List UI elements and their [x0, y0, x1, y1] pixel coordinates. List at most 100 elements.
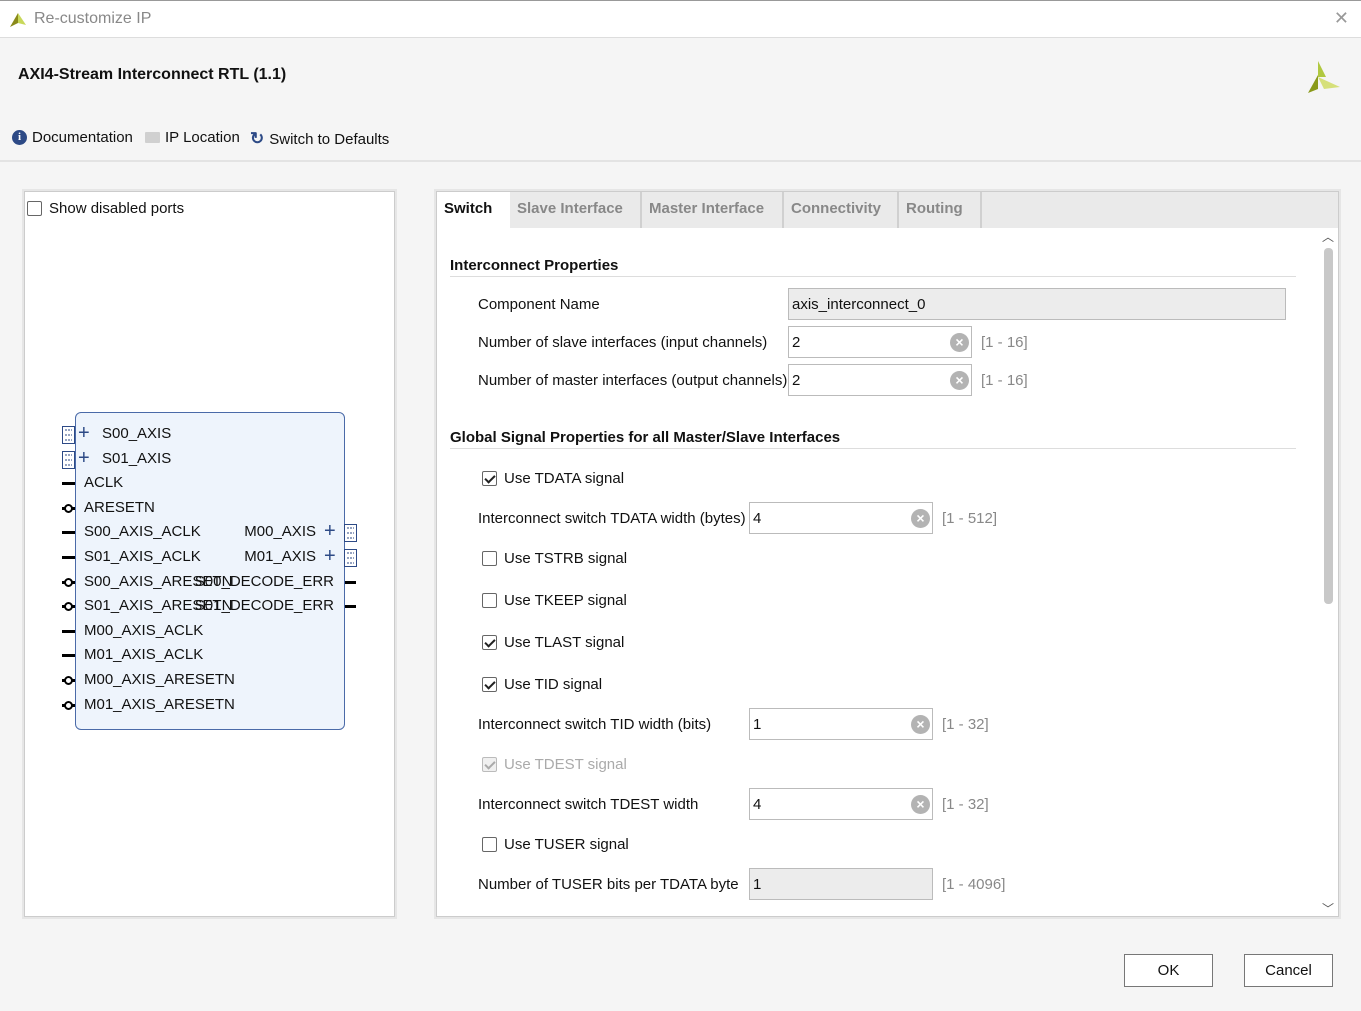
- bus-interface-icon: [344, 549, 357, 567]
- section-global-signal-properties: Global Signal Properties for all Master/…: [450, 429, 841, 446]
- ip-title: AXI4-Stream Interconnect RTL (1.1): [18, 66, 287, 83]
- bus-interface-icon: [62, 426, 75, 444]
- clear-icon[interactable]: ×: [950, 371, 969, 390]
- active-low-icon: [64, 676, 73, 685]
- port-s01_axis_aclk: S01_AXIS_ACLK: [84, 548, 201, 565]
- close-icon[interactable]: ✕: [1334, 8, 1349, 29]
- range-label: [1 - 32]: [942, 796, 989, 813]
- tab-connectivity[interactable]: Connectivity: [784, 192, 899, 228]
- use-tkeep-checkbox[interactable]: Use TKEEP signal: [482, 592, 627, 609]
- use-tuser-checkbox[interactable]: Use TUSER signal: [482, 836, 629, 853]
- ip-location-label: IP Location: [165, 129, 240, 146]
- tab-master-interface[interactable]: Master Interface: [642, 192, 784, 228]
- range-label: [1 - 16]: [981, 372, 1028, 389]
- port-s01_decode_err: S01_DECODE_ERR: [194, 597, 334, 615]
- port-s01_axis: S01_AXIS: [102, 449, 172, 467]
- documentation-label: Documentation: [32, 129, 133, 146]
- checkbox-label: Use TDATA signal: [504, 470, 625, 487]
- bus-interface-icon: [62, 450, 75, 469]
- pin-line: [345, 580, 356, 584]
- checkbox[interactable]: [482, 635, 497, 650]
- section-interconnect-properties: Interconnect Properties: [450, 257, 619, 274]
- port-aclk: ACLK: [84, 474, 124, 492]
- clear-icon[interactable]: ×: [911, 509, 930, 528]
- scroll-down-icon[interactable]: ﹀: [1322, 900, 1334, 917]
- tab-slave-interface[interactable]: Slave Interface: [510, 192, 642, 228]
- tdest-width-input[interactable]: 4: [749, 788, 933, 820]
- port-m01_axis: M01_AXIS: [244, 548, 316, 565]
- documentation-button[interactable]: i Documentation: [12, 129, 133, 146]
- port-m00_axis_aclk: M00_AXIS_ACLK: [84, 621, 204, 639]
- range-label: [1 - 16]: [981, 334, 1028, 351]
- checkbox-label: Use TKEEP signal: [504, 592, 627, 609]
- checkbox[interactable]: [482, 677, 497, 692]
- tab-bar: Switch Slave Interface Master Interface …: [437, 192, 1338, 228]
- show-disabled-ports-checkbox[interactable]: Show disabled ports: [27, 200, 184, 217]
- port-s00_axis: S00_AXIS: [102, 425, 172, 442]
- pin-line: [62, 531, 75, 535]
- tab-routing[interactable]: Routing: [899, 192, 982, 228]
- checkbox-label: Show disabled ports: [49, 200, 185, 217]
- divider: [0, 160, 1361, 162]
- folder-icon: [145, 132, 160, 143]
- use-tlast-checkbox[interactable]: Use TLAST signal: [482, 634, 624, 651]
- window-title: Re-customize IP: [34, 10, 152, 27]
- scrollbar-thumb[interactable]: [1324, 248, 1333, 604]
- pin-line: [62, 629, 75, 633]
- port-aresetn: ARESETN: [84, 498, 155, 516]
- divider: [450, 276, 1296, 277]
- num-master-input[interactable]: 2: [788, 364, 972, 396]
- num-slave-input[interactable]: 2: [788, 326, 972, 358]
- port-m01_axis_aresetn: M01_AXIS_ARESETN: [84, 695, 235, 713]
- refresh-icon: ↻: [250, 129, 265, 148]
- vivado-logo-icon: [1308, 61, 1340, 93]
- tuser-bits-input: 1: [749, 868, 933, 900]
- checkbox[interactable]: [482, 593, 497, 608]
- ok-button[interactable]: OK: [1124, 954, 1213, 987]
- port-m00_axis_aresetn: M00_AXIS_ARESETN: [84, 671, 235, 688]
- checkbox[interactable]: [482, 471, 497, 486]
- pin-line: [345, 605, 356, 609]
- scroll-up-icon[interactable]: ︿: [1322, 228, 1334, 245]
- tdest-width-label: Interconnect switch TDEST width: [478, 796, 699, 813]
- expand-plus-icon[interactable]: +: [78, 422, 90, 445]
- clear-icon[interactable]: ×: [911, 795, 930, 814]
- checkbox[interactable]: [27, 201, 42, 216]
- range-label: [1 - 4096]: [942, 876, 1006, 893]
- use-tstrb-checkbox[interactable]: Use TSTRB signal: [482, 550, 627, 567]
- expand-plus-icon[interactable]: +: [324, 520, 336, 543]
- cancel-button[interactable]: Cancel: [1244, 954, 1333, 987]
- checkbox[interactable]: [482, 837, 497, 852]
- pin-line: [62, 556, 75, 559]
- ip-location-button[interactable]: IP Location: [145, 129, 240, 146]
- expand-plus-icon[interactable]: +: [324, 545, 336, 568]
- pin-line: [62, 482, 75, 486]
- tdata-width-input[interactable]: 4: [749, 502, 933, 534]
- checkbox-label: Use TUSER signal: [504, 836, 629, 853]
- clear-icon[interactable]: ×: [911, 715, 930, 734]
- tuser-bits-label: Number of TUSER bits per TDATA byte: [478, 876, 739, 893]
- checkbox[interactable]: [482, 551, 497, 566]
- info-icon: i: [12, 130, 27, 145]
- port-m00_axis: M00_AXIS: [244, 523, 316, 541]
- title-bar: Re-customize IP ✕: [0, 0, 1361, 38]
- tid-width-input[interactable]: 1: [749, 708, 933, 740]
- expand-plus-icon[interactable]: +: [78, 447, 90, 470]
- num-master-label: Number of master interfaces (output chan…: [478, 372, 788, 389]
- active-low-icon: [64, 577, 73, 587]
- num-slave-label: Number of slave interfaces (input channe…: [478, 334, 768, 351]
- component-name-input[interactable]: axis_interconnect_0: [788, 288, 1286, 320]
- divider: [450, 448, 1296, 449]
- use-tid-checkbox[interactable]: Use TID signal: [482, 676, 602, 693]
- use-tdest-checkbox: Use TDEST signal: [482, 756, 627, 773]
- switch-to-defaults-button[interactable]: ↻ Switch to Defaults: [250, 129, 389, 149]
- tab-switch[interactable]: Switch: [437, 192, 510, 228]
- clear-icon[interactable]: ×: [950, 333, 969, 352]
- use-tdata-checkbox[interactable]: Use TDATA signal: [482, 470, 624, 487]
- checkbox-label: Use TID signal: [504, 676, 603, 693]
- pin-line: [62, 654, 75, 658]
- port-m01_axis_aclk: M01_AXIS_ACLK: [84, 646, 204, 664]
- component-name-label: Component Name: [478, 296, 600, 313]
- active-low-icon: [64, 503, 73, 513]
- port-s00_axis_aclk: S00_AXIS_ACLK: [84, 523, 201, 541]
